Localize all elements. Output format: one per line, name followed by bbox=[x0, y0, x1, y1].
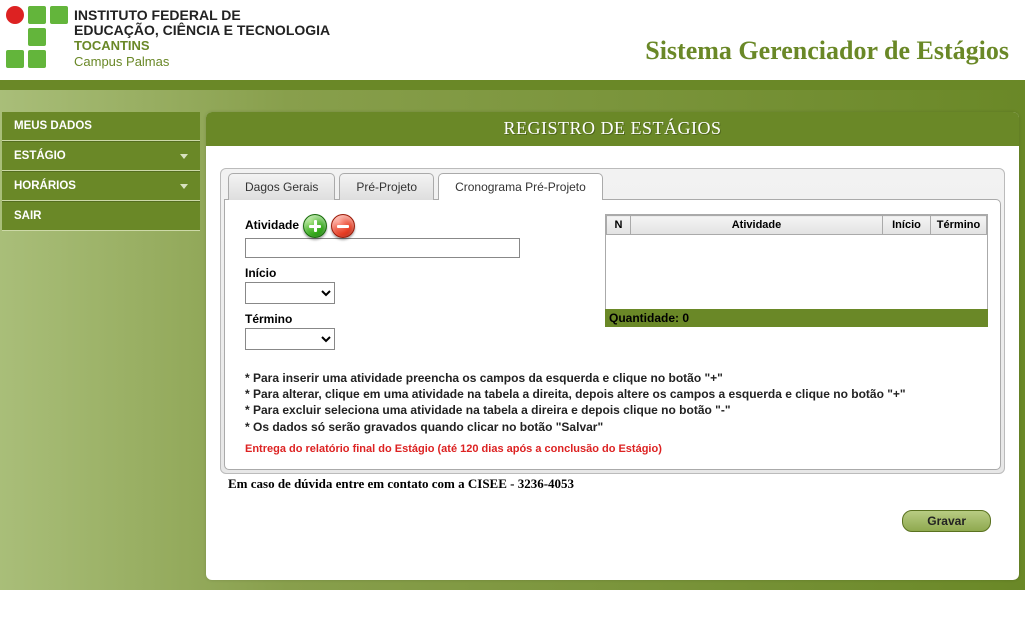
col-inicio: Início bbox=[883, 216, 931, 235]
sidebar-item-estagio[interactable]: ESTÁGIO bbox=[2, 141, 200, 171]
red-note: Entrega do relatório final do Estágio (a… bbox=[225, 439, 1000, 469]
termino-select[interactable] bbox=[245, 328, 335, 350]
content-panel: REGISTRO DE ESTÁGIOS Dagos Gerais Pré-Pr… bbox=[206, 112, 1019, 580]
sidebar-item-label: SAIR bbox=[14, 210, 41, 222]
qty-label: Quantidade: bbox=[609, 311, 679, 325]
institution-text: INSTITUTO FEDERAL DE EDUCAÇÃO, CIÊNCIA E… bbox=[74, 8, 330, 70]
tab-body: Atividade Início Término bbox=[224, 199, 1001, 470]
system-title: Sistema Gerenciador de Estágios bbox=[645, 36, 1009, 66]
add-icon[interactable] bbox=[303, 214, 327, 238]
inst-line1: INSTITUTO FEDERAL DE bbox=[74, 8, 330, 23]
atividade-input[interactable] bbox=[245, 238, 520, 258]
save-button[interactable]: Gravar bbox=[902, 510, 991, 532]
save-row: Gravar bbox=[206, 492, 1019, 532]
col-n: N bbox=[607, 216, 631, 235]
sidebar-item-meus-dados[interactable]: MEUS DADOS bbox=[2, 112, 200, 141]
instruction-line: * Para inserir uma atividade preencha os… bbox=[245, 370, 980, 386]
atividade-label: Atividade bbox=[245, 218, 299, 232]
inst-line2: EDUCAÇÃO, CIÊNCIA E TECNOLOGIA bbox=[74, 23, 330, 38]
col-atividade: Atividade bbox=[631, 216, 883, 235]
tab-dados-gerais[interactable]: Dagos Gerais bbox=[228, 173, 335, 200]
quantity-bar: Quantidade: 0 bbox=[605, 309, 988, 327]
tab-container: Dagos Gerais Pré-Projeto Cronograma Pré-… bbox=[220, 168, 1005, 474]
main: MEUS DADOS ESTÁGIO HORÁRIOS SAIR REGISTR… bbox=[0, 90, 1025, 590]
tab-pre-projeto[interactable]: Pré-Projeto bbox=[339, 173, 434, 200]
logo-icon bbox=[6, 4, 66, 74]
chevron-down-icon bbox=[180, 154, 188, 159]
inst-line3: TOCANTINS bbox=[74, 38, 330, 54]
qty-value: 0 bbox=[682, 311, 689, 325]
table-column: N Atividade Início Término Quantidade: 0 bbox=[605, 214, 1000, 358]
header: INSTITUTO FEDERAL DE EDUCAÇÃO, CIÊNCIA E… bbox=[0, 0, 1025, 90]
tab-cronograma[interactable]: Cronograma Pré-Projeto bbox=[438, 173, 603, 200]
logo-block: INSTITUTO FEDERAL DE EDUCAÇÃO, CIÊNCIA E… bbox=[6, 4, 330, 74]
instruction-line: * Para excluir seleciona uma atividade n… bbox=[245, 402, 980, 418]
inst-line4: Campus Palmas bbox=[74, 54, 330, 70]
termino-label: Término bbox=[245, 312, 292, 326]
inicio-select[interactable] bbox=[245, 282, 335, 304]
sidebar: MEUS DADOS ESTÁGIO HORÁRIOS SAIR bbox=[2, 112, 200, 580]
form-column: Atividade Início Término bbox=[245, 214, 605, 358]
remove-icon[interactable] bbox=[331, 214, 355, 238]
activities-table-wrap: N Atividade Início Término bbox=[605, 214, 988, 310]
instructions: * Para inserir uma atividade preencha os… bbox=[225, 358, 1000, 439]
page-title: REGISTRO DE ESTÁGIOS bbox=[206, 112, 1019, 146]
sidebar-item-sair[interactable]: SAIR bbox=[2, 201, 200, 231]
sidebar-item-horarios[interactable]: HORÁRIOS bbox=[2, 171, 200, 201]
sidebar-item-label: MEUS DADOS bbox=[14, 120, 92, 132]
footer-help: Em caso de dúvida entre em contato com a… bbox=[206, 474, 1019, 492]
instruction-line: * Para alterar, clique em uma atividade … bbox=[245, 386, 980, 402]
activities-table: N Atividade Início Término bbox=[606, 215, 987, 235]
tab-strip: Dagos Gerais Pré-Projeto Cronograma Pré-… bbox=[224, 172, 1001, 199]
chevron-down-icon bbox=[180, 184, 188, 189]
sidebar-item-label: ESTÁGIO bbox=[14, 150, 66, 162]
instruction-line: * Os dados só serão gravados quando clic… bbox=[245, 419, 980, 435]
col-termino: Término bbox=[931, 216, 987, 235]
sidebar-item-label: HORÁRIOS bbox=[14, 180, 76, 192]
inicio-label: Início bbox=[245, 266, 276, 280]
